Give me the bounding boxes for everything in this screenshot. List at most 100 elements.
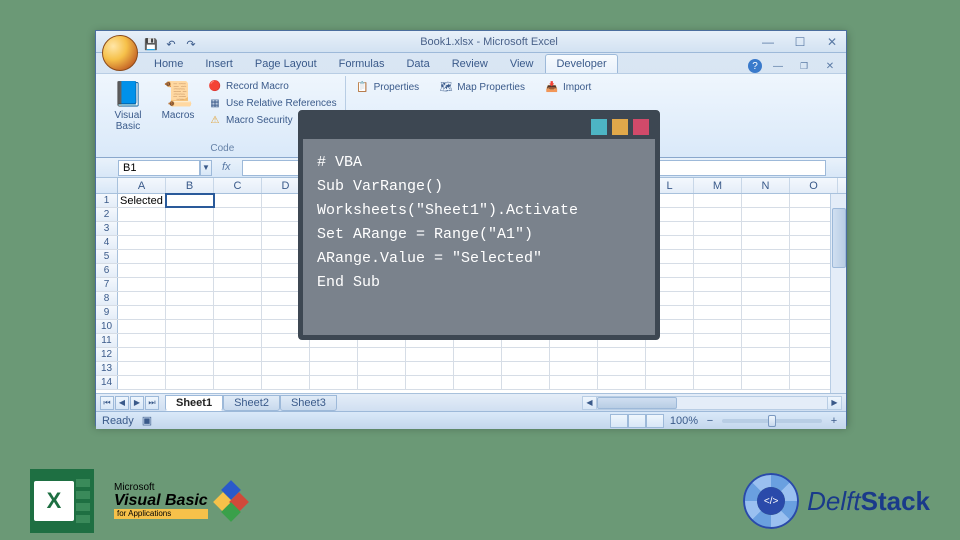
- column-header[interactable]: C: [214, 178, 262, 193]
- sheet-tab-sheet2[interactable]: Sheet2: [223, 395, 280, 411]
- cell-B6[interactable]: [166, 264, 214, 277]
- cell-A5[interactable]: [118, 250, 166, 263]
- cell-C5[interactable]: [214, 250, 262, 263]
- tab-insert[interactable]: Insert: [195, 55, 243, 73]
- cell-M10[interactable]: [694, 320, 742, 333]
- minimize-icon[interactable]: —: [758, 35, 778, 49]
- row-header[interactable]: 8: [96, 292, 118, 305]
- visual-basic-button[interactable]: 📘 Visual Basic: [106, 78, 150, 132]
- code-maximize-icon[interactable]: [612, 119, 628, 135]
- cell-B11[interactable]: [166, 334, 214, 347]
- cell-B13[interactable]: [166, 362, 214, 375]
- cell-C3[interactable]: [214, 222, 262, 235]
- cell-D12[interactable]: [262, 348, 310, 361]
- cell-H12[interactable]: [454, 348, 502, 361]
- cell-M2[interactable]: [694, 208, 742, 221]
- workbook-close-icon[interactable]: ✕: [820, 59, 840, 73]
- relative-refs-button[interactable]: ▦ Use Relative References: [206, 95, 339, 111]
- cell-B12[interactable]: [166, 348, 214, 361]
- row-header[interactable]: 10: [96, 320, 118, 333]
- cell-M12[interactable]: [694, 348, 742, 361]
- vertical-scroll-thumb[interactable]: [832, 208, 846, 268]
- horizontal-scrollbar[interactable]: ◀ ▶: [582, 396, 842, 410]
- row-header[interactable]: 3: [96, 222, 118, 235]
- cell-N9[interactable]: [742, 306, 790, 319]
- cell-C14[interactable]: [214, 376, 262, 389]
- name-box-dropdown-icon[interactable]: ▼: [200, 160, 212, 176]
- scroll-right-icon[interactable]: ▶: [827, 397, 841, 409]
- column-header[interactable]: M: [694, 178, 742, 193]
- code-close-icon[interactable]: [633, 119, 649, 135]
- zoom-in-icon[interactable]: +: [828, 415, 840, 427]
- column-header[interactable]: N: [742, 178, 790, 193]
- undo-icon[interactable]: ↶: [164, 37, 178, 51]
- cell-A2[interactable]: [118, 208, 166, 221]
- cell-E14[interactable]: [310, 376, 358, 389]
- code-minimize-icon[interactable]: [591, 119, 607, 135]
- cell-N4[interactable]: [742, 236, 790, 249]
- map-properties-button[interactable]: 🗺 Map Properties: [439, 80, 525, 94]
- cell-M14[interactable]: [694, 376, 742, 389]
- cell-N5[interactable]: [742, 250, 790, 263]
- cell-A6[interactable]: [118, 264, 166, 277]
- row-header[interactable]: 13: [96, 362, 118, 375]
- cell-M13[interactable]: [694, 362, 742, 375]
- row-header[interactable]: 5: [96, 250, 118, 263]
- cell-A1[interactable]: Selected: [118, 194, 166, 207]
- cell-A13[interactable]: [118, 362, 166, 375]
- cell-M11[interactable]: [694, 334, 742, 347]
- cell-M7[interactable]: [694, 278, 742, 291]
- office-button[interactable]: [102, 35, 138, 71]
- cell-K14[interactable]: [598, 376, 646, 389]
- cell-B8[interactable]: [166, 292, 214, 305]
- macros-button[interactable]: 📜 Macros: [156, 78, 200, 132]
- cell-C8[interactable]: [214, 292, 262, 305]
- cell-L14[interactable]: [646, 376, 694, 389]
- cell-M3[interactable]: [694, 222, 742, 235]
- prev-sheet-icon[interactable]: ◀: [115, 396, 129, 410]
- cell-A11[interactable]: [118, 334, 166, 347]
- cell-F14[interactable]: [358, 376, 406, 389]
- import-button[interactable]: 📥 Import: [545, 80, 591, 94]
- cell-I12[interactable]: [502, 348, 550, 361]
- cell-A9[interactable]: [118, 306, 166, 319]
- cell-I13[interactable]: [502, 362, 550, 375]
- page-layout-view-button[interactable]: [628, 414, 646, 428]
- scroll-left-icon[interactable]: ◀: [583, 397, 597, 409]
- cell-C13[interactable]: [214, 362, 262, 375]
- cell-C2[interactable]: [214, 208, 262, 221]
- cell-A3[interactable]: [118, 222, 166, 235]
- cell-N6[interactable]: [742, 264, 790, 277]
- cell-B3[interactable]: [166, 222, 214, 235]
- cell-B2[interactable]: [166, 208, 214, 221]
- fx-icon[interactable]: fx: [222, 161, 236, 175]
- cell-B1[interactable]: [166, 194, 214, 207]
- macro-record-status-icon[interactable]: ▣: [142, 414, 152, 427]
- cell-C11[interactable]: [214, 334, 262, 347]
- cell-M9[interactable]: [694, 306, 742, 319]
- cell-M8[interactable]: [694, 292, 742, 305]
- cell-G14[interactable]: [406, 376, 454, 389]
- tab-home[interactable]: Home: [144, 55, 193, 73]
- cell-K13[interactable]: [598, 362, 646, 375]
- cell-L12[interactable]: [646, 348, 694, 361]
- close-icon[interactable]: ✕: [822, 35, 842, 49]
- row-header[interactable]: 6: [96, 264, 118, 277]
- row-header[interactable]: 9: [96, 306, 118, 319]
- first-sheet-icon[interactable]: ⏮: [100, 396, 114, 410]
- column-header[interactable]: A: [118, 178, 166, 193]
- row-header[interactable]: 1: [96, 194, 118, 207]
- cell-B14[interactable]: [166, 376, 214, 389]
- cell-G13[interactable]: [406, 362, 454, 375]
- cell-E12[interactable]: [310, 348, 358, 361]
- help-icon[interactable]: ?: [748, 59, 762, 73]
- cell-A7[interactable]: [118, 278, 166, 291]
- tab-view[interactable]: View: [500, 55, 544, 73]
- cell-B7[interactable]: [166, 278, 214, 291]
- cell-N13[interactable]: [742, 362, 790, 375]
- cell-C10[interactable]: [214, 320, 262, 333]
- row-header[interactable]: 4: [96, 236, 118, 249]
- cell-L13[interactable]: [646, 362, 694, 375]
- zoom-level[interactable]: 100%: [670, 415, 698, 427]
- cell-K12[interactable]: [598, 348, 646, 361]
